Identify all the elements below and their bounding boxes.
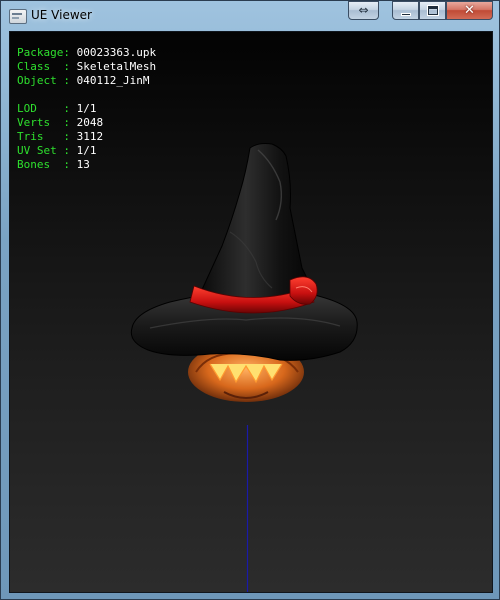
ue-viewer-app-icon[interactable] [9, 9, 27, 24]
3d-viewport[interactable]: Package: 00023363.upk Class : SkeletalMe… [9, 31, 493, 593]
swap-button[interactable]: ⇔ [348, 1, 379, 20]
info-package: Package: 00023363.upk [17, 46, 157, 59]
info-verts: Verts : 2048 [17, 116, 104, 129]
hat [130, 143, 358, 361]
info-object: Object : 040112_JinM [17, 74, 150, 87]
info-tris: Tris : 3112 [17, 130, 104, 143]
window-title: UE Viewer [31, 8, 92, 22]
minimize-button[interactable] [392, 1, 419, 20]
app-window: UE Viewer ⇔ ✕ Package: 00023363.upk Clas… [0, 0, 500, 600]
title-bar[interactable]: UE Viewer ⇔ ✕ [1, 1, 499, 31]
close-icon: ✕ [464, 3, 475, 18]
maximize-button[interactable] [419, 1, 446, 20]
maximize-icon [427, 5, 439, 16]
close-button[interactable]: ✕ [446, 1, 493, 20]
swap-arrows-icon: ⇔ [358, 3, 369, 17]
info-class: Class : SkeletalMesh [17, 60, 157, 73]
info-lod: LOD : 1/1 [17, 102, 97, 115]
minimize-icon [401, 13, 411, 16]
info-uvset: UV Set : 1/1 [17, 144, 97, 157]
mesh-info-panel: Package: 00023363.upk Class : SkeletalMe… [17, 46, 156, 172]
info-bones: Bones : 13 [17, 158, 90, 171]
